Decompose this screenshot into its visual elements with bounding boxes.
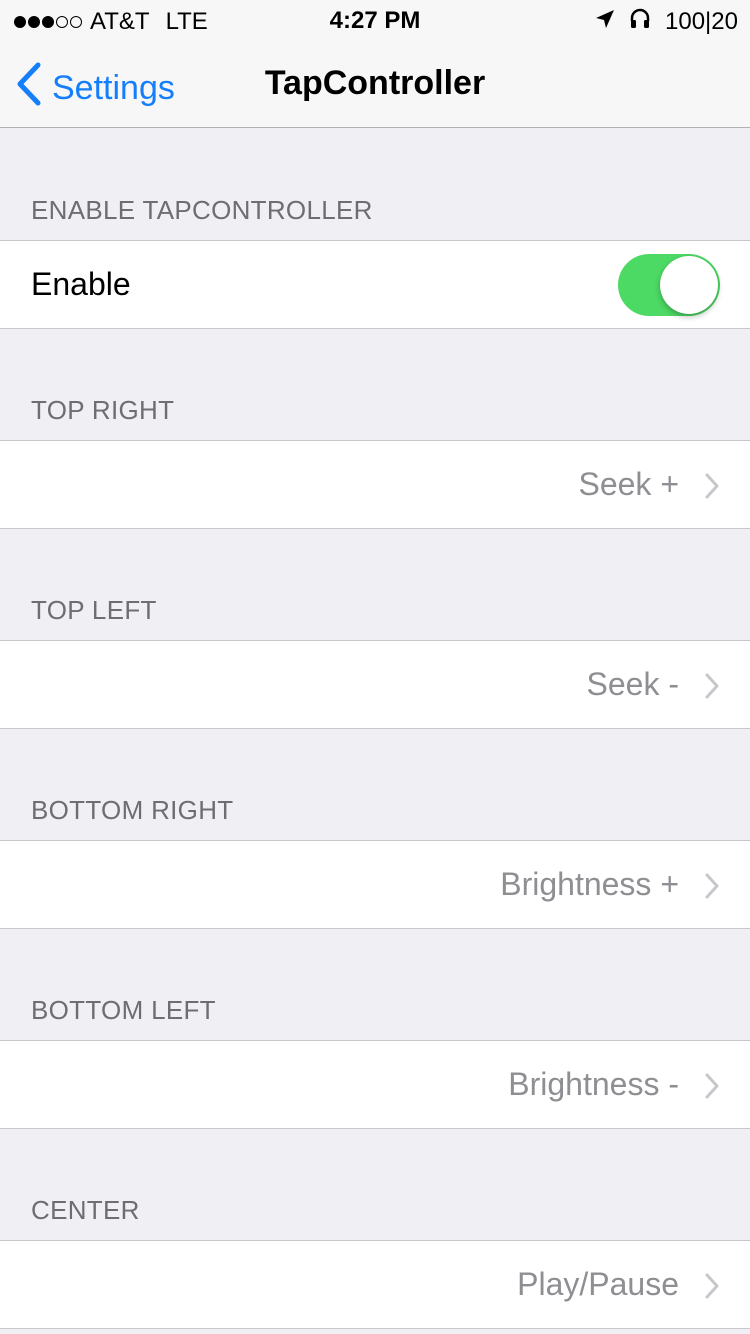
section-header-center: CENTER: [31, 1195, 140, 1225]
toggle-knob: [660, 256, 718, 314]
status-bar: AT&T LTE 4:27 PM 100|20: [0, 0, 750, 40]
enable-cell: Enable: [0, 240, 750, 329]
chevron-right-icon: [704, 1073, 720, 1104]
bottom-right-action-cell[interactable]: Brightness +: [0, 840, 750, 929]
location-arrow-icon: [595, 8, 615, 36]
battery-text: 100|20: [665, 7, 738, 35]
enable-label: Enable: [31, 266, 131, 302]
headphones-icon: [629, 7, 651, 36]
settings-list: ENABLE TAPCONTROLLER Enable TOP RIGHT Se…: [0, 129, 750, 1329]
bottom-left-action-cell[interactable]: Brightness -: [0, 1040, 750, 1129]
chevron-right-icon: [704, 873, 720, 904]
status-right: 100|20: [595, 7, 738, 36]
top-left-action-cell[interactable]: Seek -: [0, 640, 750, 729]
top-right-action-cell[interactable]: Seek +: [0, 440, 750, 529]
center-action-value: Play/Pause: [517, 1266, 679, 1302]
section-header-top-left: TOP LEFT: [31, 595, 157, 625]
section-header-enable: ENABLE TAPCONTROLLER: [31, 195, 373, 225]
chevron-right-icon: [704, 473, 720, 504]
navigation-bar: Settings TapController: [0, 40, 750, 128]
center-action-cell[interactable]: Play/Pause: [0, 1240, 750, 1329]
bottom-left-action-value: Brightness -: [508, 1066, 679, 1102]
section-header-bottom-left: BOTTOM LEFT: [31, 995, 216, 1025]
enable-toggle[interactable]: [618, 254, 720, 316]
chevron-right-icon: [704, 673, 720, 704]
section-header-bottom-right: BOTTOM RIGHT: [31, 795, 234, 825]
top-right-action-value: Seek +: [578, 466, 679, 502]
top-left-action-value: Seek -: [586, 666, 679, 702]
page-title: TapController: [264, 64, 486, 102]
chevron-right-icon: [704, 1273, 720, 1304]
section-header-top-right: TOP RIGHT: [31, 395, 175, 425]
bottom-right-action-value: Brightness +: [500, 866, 679, 902]
